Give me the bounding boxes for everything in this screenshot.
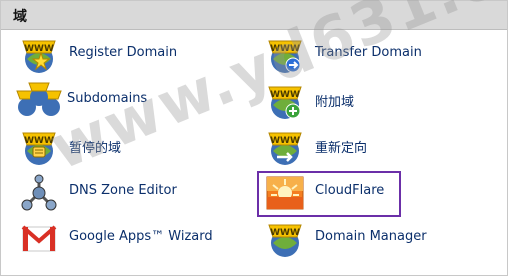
dns-zone-editor-label[interactable]: DNS Zone Editor (69, 183, 177, 198)
cloudflare-highlight-box (257, 171, 401, 217)
svg-text:WWW: WWW (270, 44, 300, 54)
svg-text:WWW: WWW (270, 90, 300, 100)
www-globe-star-icon: WWW (22, 40, 56, 73)
google-apps-wizard-label[interactable]: Google Apps™ Wizard (69, 229, 213, 244)
svg-text:WWW: WWW (24, 136, 54, 146)
www-globe-redirect-icon: WWW (268, 132, 302, 165)
www-globe-manager-icon: WWW (268, 224, 302, 257)
www-globe-plus-icon: WWW (268, 86, 302, 119)
www-globe-multi-icon (16, 82, 62, 116)
register-domain-item[interactable]: WWW Register Domain (19, 35, 239, 75)
dns-zone-editor-item[interactable]: DNS Zone Editor (19, 173, 239, 213)
gmail-icon (21, 225, 57, 252)
transfer-domain-label[interactable]: Transfer Domain (315, 45, 422, 60)
register-domain-label[interactable]: Register Domain (69, 45, 177, 60)
section-header: 域 (1, 1, 507, 30)
addon-domains-label[interactable]: 附加域 (315, 91, 354, 110)
parked-domains-item[interactable]: WWW 暂停的域 (19, 127, 239, 167)
dns-network-icon (21, 174, 57, 211)
svg-text:WWW: WWW (270, 136, 300, 146)
domains-panel: 域 WWW Register Domain WWW Transfer Domai… (0, 0, 508, 276)
redirects-label[interactable]: 重新定向 (315, 137, 367, 156)
addon-domains-item[interactable]: WWW 附加域 (265, 81, 485, 121)
domain-manager-label[interactable]: Domain Manager (315, 229, 427, 244)
subdomains-label[interactable]: Subdomains (67, 91, 147, 106)
subdomains-item[interactable]: Subdomains (15, 81, 239, 121)
google-apps-wizard-item[interactable]: Google Apps™ Wizard (19, 219, 239, 259)
svg-text:WWW: WWW (270, 228, 300, 238)
parked-domains-label[interactable]: 暂停的域 (69, 137, 121, 156)
www-globe-park-icon: WWW (22, 132, 56, 165)
www-globe-transfer-icon: WWW (268, 40, 302, 73)
redirects-item[interactable]: WWW 重新定向 (265, 127, 485, 167)
transfer-domain-item[interactable]: WWW Transfer Domain (265, 35, 485, 75)
svg-text:WWW: WWW (24, 44, 54, 54)
section-title: 域 (13, 9, 27, 25)
domain-manager-item[interactable]: WWW Domain Manager (265, 219, 485, 259)
